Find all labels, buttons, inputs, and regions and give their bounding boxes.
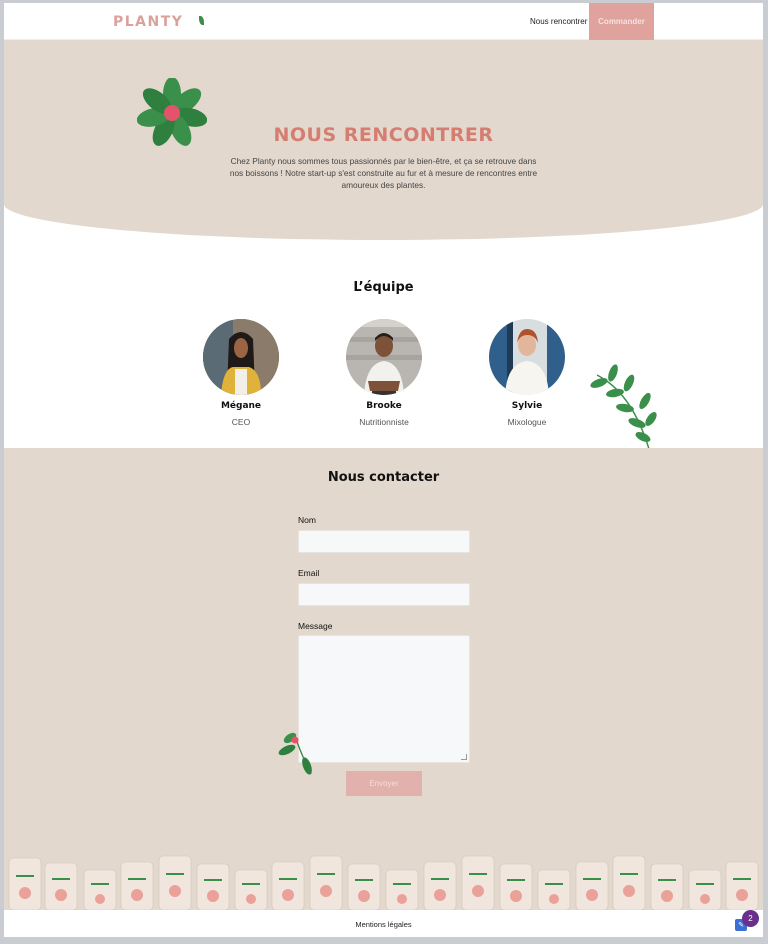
commander-button[interactable]: Commander	[589, 3, 654, 40]
site-footer: Mentions légales ✎ 2	[4, 910, 763, 937]
avatar	[489, 319, 565, 395]
mentions-legales-link[interactable]: Mentions légales	[4, 920, 763, 929]
avatar	[203, 319, 279, 395]
team-member-role: Mixologue	[507, 417, 547, 427]
message-label: Message	[298, 621, 333, 631]
team-member-name: Mégane	[220, 401, 262, 411]
team-member-name: Brooke	[366, 401, 402, 411]
team-member-role: Nutritionniste	[359, 417, 409, 427]
name-input[interactable]	[298, 530, 470, 553]
team-heading: L’équipe	[353, 280, 414, 295]
page-title: NOUS RENCONTRER	[273, 124, 494, 146]
planty-logo[interactable]: PLANTY	[113, 14, 183, 30]
leaf-icon	[199, 16, 204, 25]
resize-handle-icon[interactable]	[461, 754, 467, 760]
rose-sprig-icon	[278, 732, 312, 775]
notification-badge[interactable]: 2	[742, 910, 759, 927]
hero-description: Chez Planty nous sommes tous passionnés …	[229, 156, 538, 190]
email-input[interactable]	[298, 583, 470, 606]
branch-leaves-icon	[590, 364, 657, 449]
name-label: Nom	[298, 515, 316, 525]
nav-nous-rencontrer-link[interactable]: Nous rencontrer	[530, 17, 587, 26]
email-label: Email	[298, 568, 320, 578]
message-textarea[interactable]	[298, 635, 470, 763]
contact-heading: Nous contacter	[327, 470, 440, 485]
team-member-megane: Mégane CEO	[196, 319, 286, 427]
team-member-sylvie: Sylvie Mixologue	[482, 319, 572, 427]
team-member-role: CEO	[231, 417, 251, 427]
avatar	[346, 319, 422, 395]
browser-frame: PLANTY Nous rencontrer Commander NOUS RE…	[4, 3, 763, 937]
team-member-brooke: Brooke Nutritionniste	[339, 319, 429, 427]
contact-section: Nous contacter Nom Email Message Envoyer	[4, 448, 763, 910]
site-header: PLANTY Nous rencontrer Commander	[4, 3, 763, 40]
team-member-name: Sylvie	[511, 401, 543, 411]
envoyer-button[interactable]: Envoyer	[346, 771, 422, 796]
drink-cans-banner	[8, 855, 759, 910]
